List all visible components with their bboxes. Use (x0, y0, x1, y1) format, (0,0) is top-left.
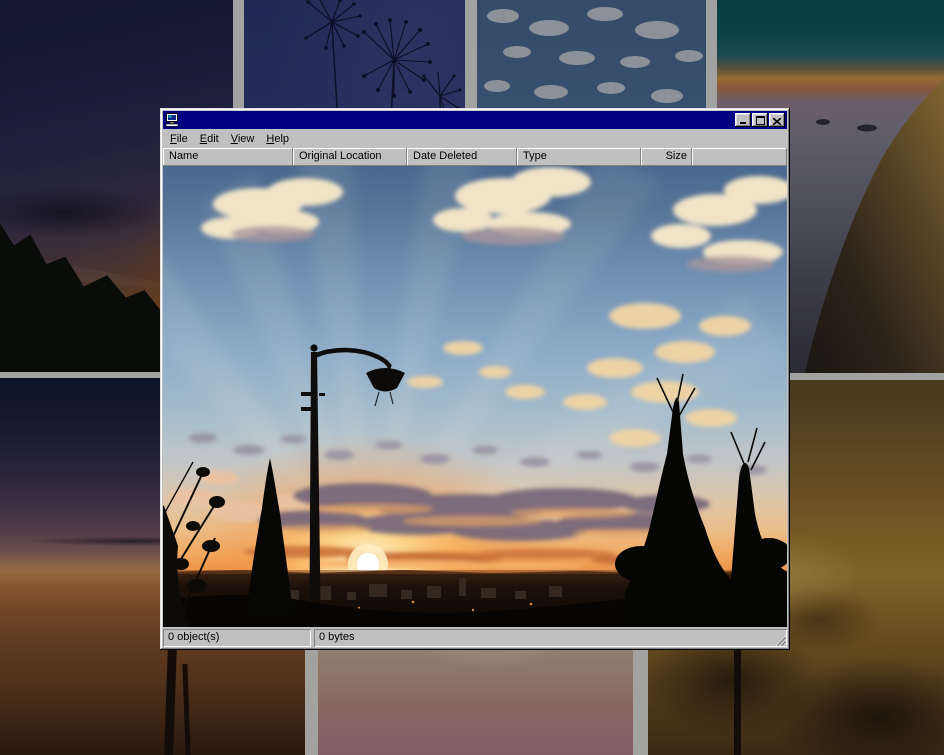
maximize-button[interactable] (752, 113, 768, 127)
column-header-size[interactable]: Size (641, 148, 692, 166)
column-header-type[interactable]: Type (517, 148, 641, 166)
recycle-bin-window: File Edit View Help Name Original Locati… (160, 108, 790, 650)
menu-file[interactable]: File (164, 131, 194, 147)
menu-edit[interactable]: Edit (194, 131, 225, 147)
titlebar[interactable] (163, 111, 787, 129)
resize-grip[interactable] (773, 633, 786, 646)
column-header-name[interactable]: Name (163, 148, 293, 166)
menu-help[interactable]: Help (260, 131, 295, 147)
window-controls (735, 113, 785, 127)
desktop: File Edit View Help Name Original Locati… (0, 0, 944, 755)
status-objects: 0 object(s) (163, 629, 311, 647)
status-bar: 0 object(s) 0 bytes (163, 627, 787, 647)
list-view: Name Original Location Date Deleted Type… (163, 148, 787, 627)
menu-bar: File Edit View Help (163, 129, 787, 148)
close-icon (773, 118, 781, 125)
status-bytes: 0 bytes (314, 629, 787, 647)
sunset-lamp-photo (163, 166, 787, 627)
column-header-row: Name Original Location Date Deleted Type… (163, 148, 787, 166)
close-button[interactable] (769, 113, 785, 127)
maximize-icon (756, 116, 765, 125)
column-header-original-location[interactable]: Original Location (293, 148, 407, 166)
computer-icon (165, 113, 181, 127)
column-header-date-deleted[interactable]: Date Deleted (407, 148, 517, 166)
menu-view[interactable]: View (225, 131, 261, 147)
minimize-icon (740, 122, 746, 124)
column-header-blank[interactable] (692, 148, 787, 166)
file-list-area[interactable] (163, 166, 787, 627)
minimize-button[interactable] (735, 113, 751, 127)
